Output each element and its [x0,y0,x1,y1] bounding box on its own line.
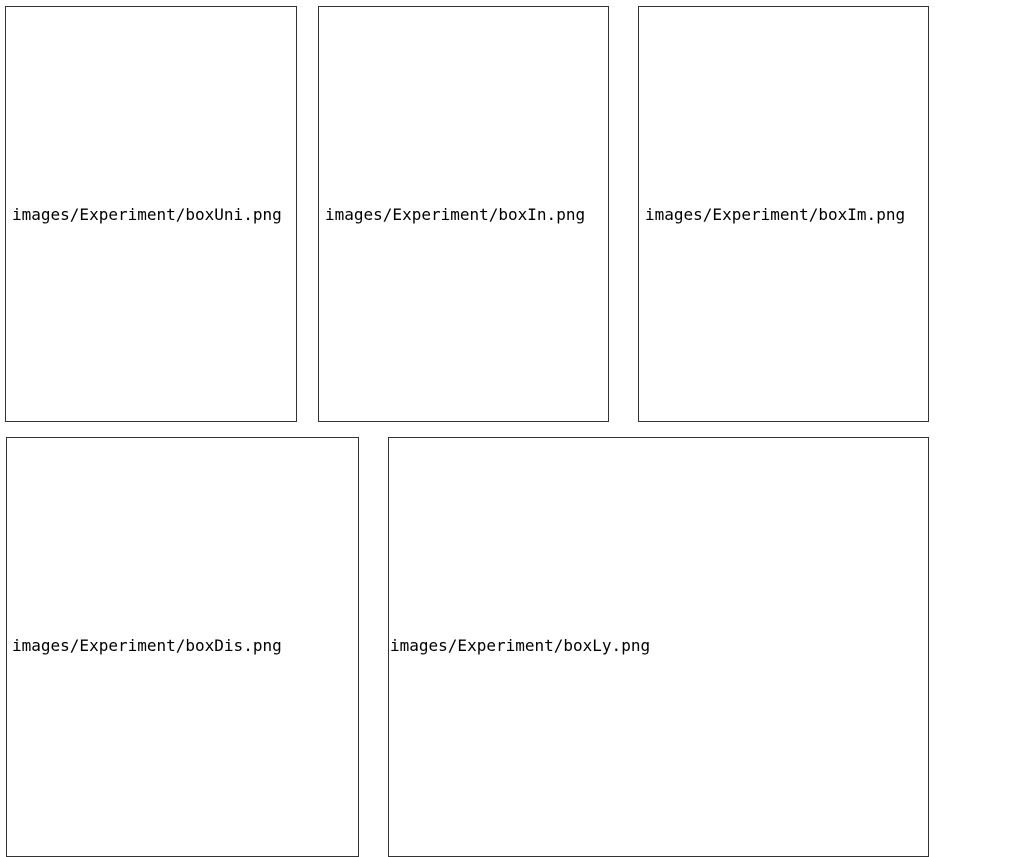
image-path-label-im: images/Experiment/boxIm.png [645,205,906,224]
image-path-label-dis: images/Experiment/boxDis.png [12,636,282,655]
image-path-label-ly: images/Experiment/boxLy.png [390,636,651,655]
image-path-label-uni: images/Experiment/boxUni.png [12,205,282,224]
image-path-label-in: images/Experiment/boxIn.png [325,205,586,224]
